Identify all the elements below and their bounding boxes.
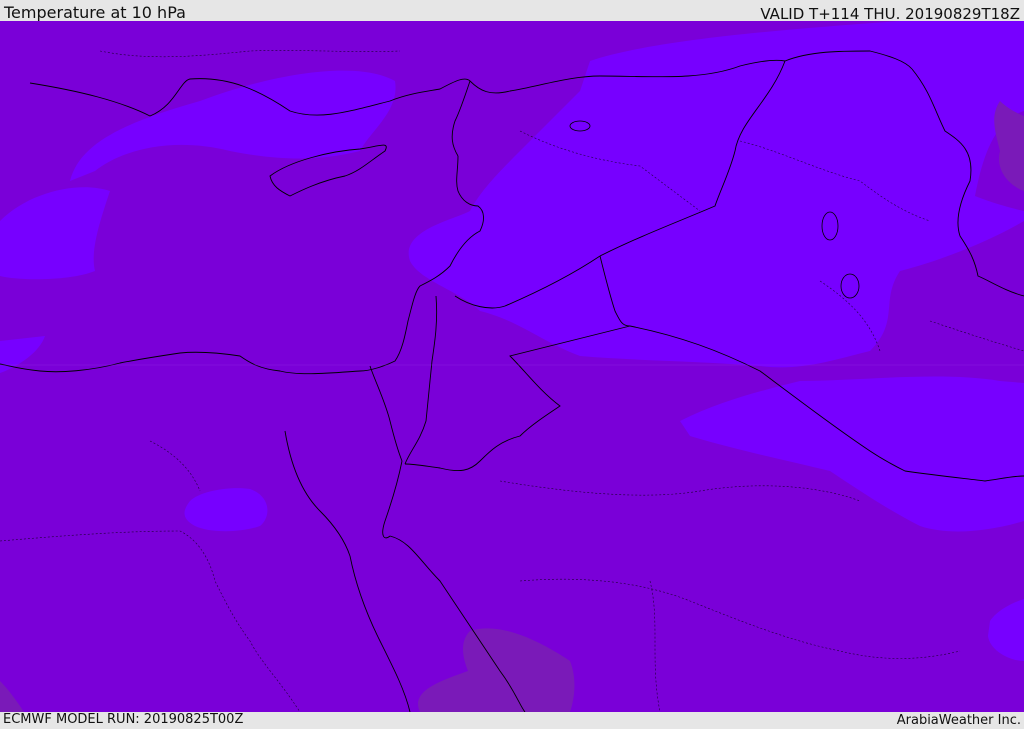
contour-patch-red-sea-south bbox=[418, 628, 575, 712]
boundary-egypt-west bbox=[0, 530, 301, 712]
coastline-egypt-north bbox=[0, 351, 361, 375]
contour-patch-arabia-north bbox=[680, 376, 1024, 532]
contour-patch-gulf-east bbox=[988, 599, 1024, 661]
model-run-label: ECMWF MODEL RUN: 20190825T00Z bbox=[3, 712, 244, 727]
contour-patch-iran-east bbox=[994, 101, 1024, 191]
map-title: Temperature at 10 hPa bbox=[4, 3, 186, 22]
temperature-map[interactable] bbox=[0, 21, 1024, 712]
contour-patch-anatolia bbox=[70, 70, 396, 181]
boundary-saudi-south bbox=[649, 580, 661, 712]
coastline-sinai-east bbox=[382, 460, 403, 539]
header-bar: Temperature at 10 hPa VALID T+114 THU. 2… bbox=[0, 0, 1024, 23]
footer-bar: ECMWF MODEL RUN: 20190825T00Z ArabiaWeat… bbox=[0, 712, 1024, 729]
contour-patch-egypt-west bbox=[184, 488, 268, 532]
credit-label: ArabiaWeather Inc. bbox=[896, 713, 1021, 728]
contour-patch-coast-west bbox=[0, 336, 45, 373]
contour-patch-southwest-corner bbox=[0, 681, 24, 712]
boundary-iran-provinces bbox=[929, 320, 1024, 352]
contour-patch-east-med bbox=[0, 187, 110, 280]
boundary-saudi-north bbox=[499, 480, 861, 502]
boundary-egypt-central bbox=[149, 440, 201, 492]
boundary-saudi-central bbox=[519, 578, 961, 659]
coastline-gulf-of-suez bbox=[284, 430, 351, 557]
coastline-red-sea-west bbox=[349, 555, 411, 712]
temperature-contour-fills bbox=[0, 21, 1024, 661]
boundary-turkey-provinces bbox=[99, 50, 401, 58]
border-egypt-israel bbox=[369, 365, 403, 462]
border-jordan-river bbox=[404, 295, 438, 465]
map-canvas bbox=[0, 21, 1024, 712]
